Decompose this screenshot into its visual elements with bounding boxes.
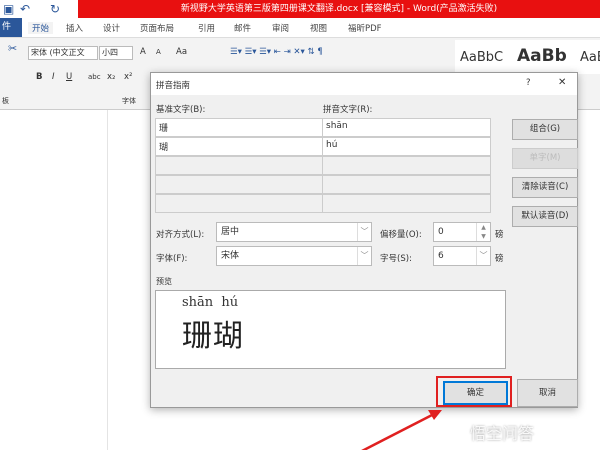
arrow-line [361, 412, 435, 450]
watermark: 悟空问答 [470, 424, 535, 443]
annotation-arrow [361, 410, 442, 450]
